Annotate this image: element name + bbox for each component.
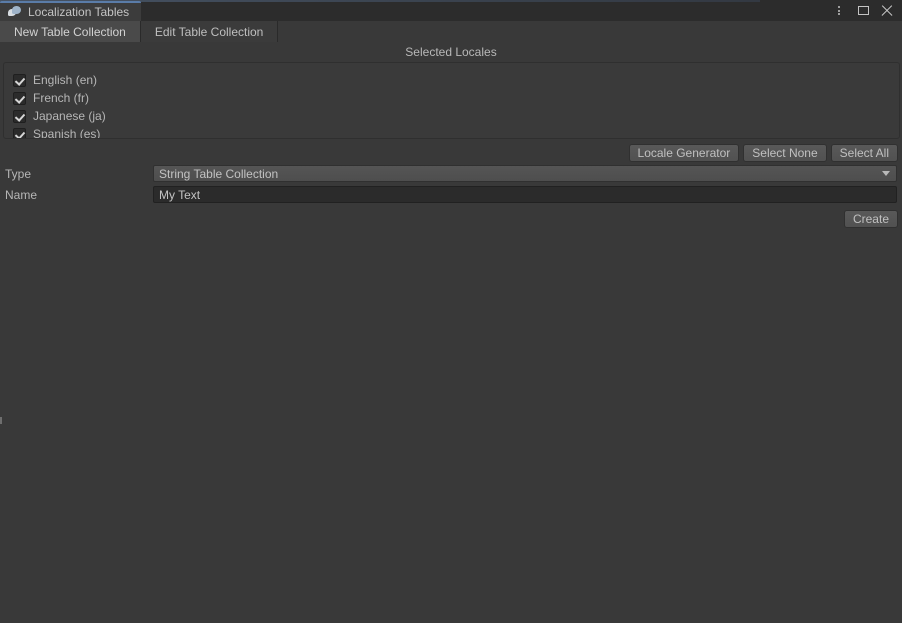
type-dropdown-value: String Table Collection bbox=[159, 166, 279, 181]
name-input-value: My Text bbox=[159, 187, 201, 202]
locale-row[interactable]: Japanese (ja) bbox=[4, 107, 899, 125]
close-icon bbox=[881, 5, 893, 17]
window-tab-localization-tables[interactable]: Localization Tables bbox=[0, 1, 142, 21]
locale-checkbox-french[interactable] bbox=[13, 91, 26, 105]
new-table-collection-panel: Selected Locales English (en) French (fr… bbox=[0, 42, 902, 623]
maximize-icon bbox=[857, 6, 869, 15]
locale-row[interactable]: French (fr) bbox=[4, 89, 899, 107]
locale-checkbox-english[interactable] bbox=[13, 73, 26, 87]
locale-row[interactable]: English (en) bbox=[4, 71, 899, 89]
name-field-row: Name My Text bbox=[0, 184, 902, 205]
locale-label: Japanese (ja) bbox=[33, 109, 106, 123]
window-maximize-button[interactable] bbox=[852, 0, 874, 21]
locale-generator-button[interactable]: Locale Generator bbox=[628, 143, 740, 162]
select-all-button[interactable]: Select All bbox=[830, 143, 898, 162]
mode-tabbar: New Table Collection Edit Table Collecti… bbox=[0, 21, 902, 42]
locale-label: Spanish (es) bbox=[33, 127, 101, 139]
type-field-label: Type bbox=[5, 166, 32, 181]
locale-label: French (fr) bbox=[33, 91, 90, 105]
localization-tables-window: Localization Tables New Table Collection… bbox=[0, 0, 902, 623]
tab-edit-table-collection-label: Edit Table Collection bbox=[154, 24, 264, 39]
locale-checkbox-spanish[interactable] bbox=[13, 127, 26, 138]
name-field-label: Name bbox=[5, 187, 38, 202]
selected-locales-list: English (en) French (fr) Japanese (ja) S… bbox=[3, 62, 900, 139]
type-dropdown[interactable]: String Table Collection bbox=[153, 165, 897, 182]
panel-resize-handle[interactable] bbox=[0, 417, 2, 424]
kebab-menu-icon bbox=[838, 5, 840, 17]
window-controls bbox=[828, 0, 898, 21]
tabbar-filler bbox=[278, 21, 902, 42]
chevron-down-icon bbox=[882, 171, 890, 176]
select-none-button[interactable]: Select None bbox=[743, 143, 827, 162]
name-input[interactable]: My Text bbox=[153, 186, 897, 203]
tab-new-table-collection[interactable]: New Table Collection bbox=[0, 21, 141, 42]
localization-bubbles-icon bbox=[8, 5, 22, 19]
window-close-button[interactable] bbox=[876, 0, 898, 21]
locale-actions-row: Locale Generator Select None Select All bbox=[0, 139, 902, 163]
selected-locales-header: Selected Locales bbox=[0, 42, 902, 62]
locale-checkbox-japanese[interactable] bbox=[13, 109, 26, 123]
window-titlebar: Localization Tables bbox=[0, 0, 902, 21]
create-button[interactable]: Create bbox=[843, 209, 898, 228]
type-field-row: Type String Table Collection bbox=[0, 163, 902, 184]
locale-label: English (en) bbox=[33, 73, 98, 87]
tab-edit-table-collection[interactable]: Edit Table Collection bbox=[140, 21, 279, 42]
window-tab-label: Localization Tables bbox=[28, 5, 130, 19]
tab-new-table-collection-label: New Table Collection bbox=[14, 24, 126, 39]
locale-row[interactable]: Spanish (es) bbox=[4, 125, 899, 139]
window-menu-button[interactable] bbox=[828, 0, 850, 21]
create-actions-row: Create bbox=[0, 205, 902, 229]
